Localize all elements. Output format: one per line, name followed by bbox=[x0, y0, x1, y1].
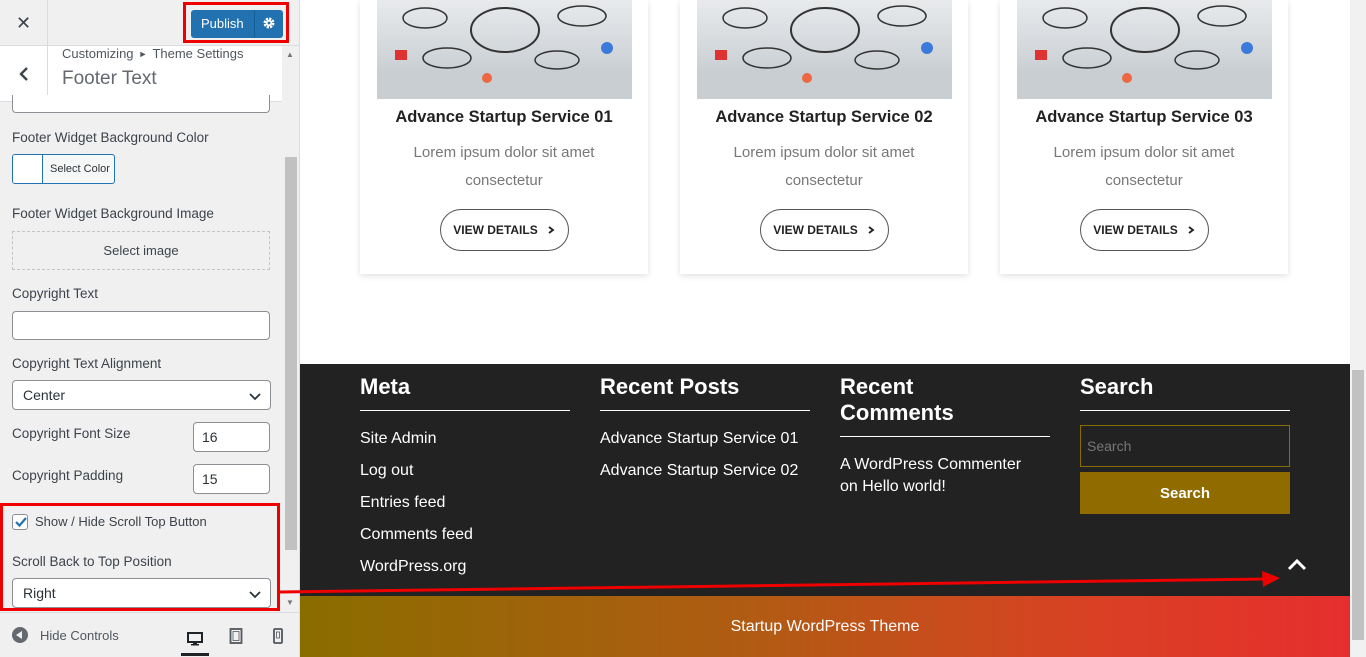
view-details-button[interactable]: VIEW DETAILS bbox=[1080, 209, 1209, 251]
meta-link-log-out[interactable]: Log out bbox=[360, 462, 413, 480]
panel-scrollbar-thumb[interactable] bbox=[285, 157, 297, 550]
tablet-icon bbox=[229, 628, 243, 644]
select-color-label: Select Color bbox=[50, 163, 110, 175]
view-details-label: VIEW DETAILS bbox=[453, 223, 538, 237]
color-swatch bbox=[13, 155, 43, 183]
chevron-right-icon bbox=[868, 226, 875, 234]
service-card: Advance Startup Service 01 Lorem ipsum do… bbox=[360, 0, 648, 274]
section-header: Customizing ► Theme Settings Footer Text bbox=[0, 46, 282, 102]
copyright-padding-label: Copyright Padding bbox=[12, 468, 124, 483]
meta-link-comments-feed[interactable]: Comments feed bbox=[360, 526, 473, 544]
annotation-arrow bbox=[280, 571, 1280, 594]
copyright-alignment-value: Center bbox=[23, 387, 66, 403]
select-color-button[interactable]: Select Color bbox=[12, 154, 115, 184]
recent-comments-title-line-1: Recent bbox=[840, 374, 914, 399]
recent-post-link[interactable]: Advance Startup Service 01 bbox=[600, 430, 798, 448]
publish-highlight-box bbox=[183, 2, 289, 43]
service-card-title: Advance Startup Service 03 bbox=[1035, 108, 1253, 126]
copyright-alignment-label: Copyright Text Alignment bbox=[12, 356, 162, 371]
copyright-bar: Startup WordPress Theme bbox=[300, 596, 1350, 657]
copyright-font-size-input[interactable]: 16 bbox=[193, 422, 270, 452]
service-card-title: Advance Startup Service 01 bbox=[395, 108, 613, 126]
view-details-button[interactable]: VIEW DETAILS bbox=[760, 209, 889, 251]
copyright-text-label: Copyright Text bbox=[12, 286, 99, 301]
desktop-icon bbox=[187, 632, 203, 646]
desktop-preview-button[interactable] bbox=[181, 625, 209, 656]
service-card-image bbox=[377, 0, 632, 99]
search-divider bbox=[1080, 410, 1290, 411]
service-card: Advance Startup Service 03 Lorem ipsum do… bbox=[1000, 0, 1288, 274]
service-card-description: Lorem ipsum dolor sit amet consectetur bbox=[413, 144, 595, 189]
recent-post-link[interactable]: Advance Startup Service 02 bbox=[600, 462, 798, 480]
breadcrumb: Customizing ► Theme Settings bbox=[62, 46, 244, 61]
hide-controls-button[interactable]: Hide Controls bbox=[12, 627, 119, 643]
breadcrumb-root: Customizing bbox=[62, 46, 134, 61]
service-card-title: Advance Startup Service 02 bbox=[715, 108, 933, 126]
copyright-padding-input[interactable]: 15 bbox=[193, 464, 270, 494]
customizer-footer: Hide Controls bbox=[0, 612, 299, 657]
view-details-label: VIEW DETAILS bbox=[773, 223, 858, 237]
search-input[interactable]: Search bbox=[1080, 425, 1290, 467]
breadcrumb-arrow-icon: ► bbox=[138, 49, 148, 59]
meta-link-entries-feed[interactable]: Entries feed bbox=[360, 494, 445, 512]
service-card: Advance Startup Service 02 Lorem ipsum do… bbox=[680, 0, 968, 274]
copyright-text-input[interactable] bbox=[12, 311, 270, 340]
meta-link-site-admin[interactable]: Site Admin bbox=[360, 430, 436, 448]
recent-comments-divider bbox=[840, 436, 1050, 437]
service-card-image bbox=[1017, 0, 1272, 99]
scroll-settings-highlight-box bbox=[0, 503, 280, 611]
site-footer: Meta Site Admin Log out Entries feed Com… bbox=[300, 364, 1350, 596]
copyright-text: Startup WordPress Theme bbox=[730, 617, 920, 635]
mobile-icon bbox=[273, 628, 283, 644]
back-button[interactable] bbox=[0, 46, 48, 102]
copyright-alignment-select[interactable]: Center bbox=[12, 380, 271, 410]
chevron-left-icon bbox=[18, 67, 28, 81]
search-button[interactable]: Search bbox=[1080, 472, 1290, 514]
section-title: Footer Text bbox=[62, 68, 157, 89]
breadcrumb-parent: Theme Settings bbox=[152, 46, 244, 61]
view-details-label: VIEW DETAILS bbox=[1093, 223, 1178, 237]
tablet-preview-button[interactable] bbox=[222, 625, 250, 647]
footer-widget-bg-image-label: Footer Widget Background Image bbox=[12, 206, 214, 221]
close-button[interactable]: ✕ bbox=[0, 0, 48, 46]
mobile-preview-button[interactable] bbox=[264, 625, 292, 647]
service-card-description: Lorem ipsum dolor sit amet consectetur bbox=[733, 144, 915, 189]
chevron-right-icon bbox=[1188, 226, 1195, 234]
search-widget-title: Search bbox=[1080, 374, 1154, 399]
recent-comment-author[interactable]: A WordPress Commenter bbox=[840, 456, 1021, 474]
service-card-description: Lorem ipsum dolor sit amet consectetur bbox=[1053, 144, 1235, 189]
chevron-down-icon bbox=[249, 393, 261, 401]
copyright-font-size-label: Copyright Font Size bbox=[12, 426, 131, 441]
view-details-button[interactable]: VIEW DETAILS bbox=[440, 209, 569, 251]
preview-scrollbar-thumb[interactable] bbox=[1352, 370, 1364, 640]
hide-controls-label: Hide Controls bbox=[40, 627, 119, 643]
meta-widget-title: Meta bbox=[360, 374, 411, 399]
recent-comments-title-line-2: Comments bbox=[840, 400, 954, 425]
recent-posts-title: Recent Posts bbox=[600, 374, 740, 399]
meta-divider bbox=[360, 410, 570, 411]
customizer-panel: ✕ Publish Customizing ► Theme Settings F… bbox=[0, 0, 300, 657]
recent-comment-post[interactable]: on Hello world! bbox=[840, 478, 946, 496]
site-preview: Advance Startup Service 01 Lorem ipsum do… bbox=[300, 0, 1366, 657]
recent-posts-divider bbox=[600, 410, 810, 411]
footer-widget-bg-color-label: Footer Widget Background Color bbox=[12, 130, 209, 145]
scroll-up-icon[interactable]: ▲ bbox=[286, 50, 294, 59]
collapse-icon bbox=[12, 627, 28, 643]
service-card-image bbox=[697, 0, 952, 99]
previous-control-input[interactable] bbox=[12, 95, 270, 113]
select-image-button[interactable]: Select image bbox=[12, 231, 270, 270]
close-icon: ✕ bbox=[15, 12, 32, 33]
chevron-right-icon bbox=[548, 226, 555, 234]
